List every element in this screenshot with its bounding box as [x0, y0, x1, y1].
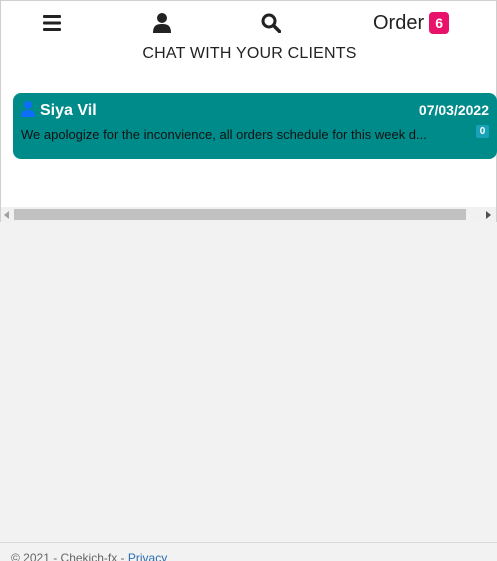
privacy-link[interactable]: Privacy	[128, 551, 167, 561]
chat-message-preview: We apologize for the inconvience, all or…	[21, 127, 427, 142]
bars-icon[interactable]	[40, 11, 64, 35]
chat-list-item[interactable]: Siya Vil 07/03/2022 We apologize for the…	[13, 93, 497, 159]
search-icon[interactable]	[259, 11, 283, 35]
user-icon	[21, 101, 35, 117]
scroll-left-arrow[interactable]	[1, 207, 13, 222]
scrollbar-thumb[interactable]	[14, 209, 466, 220]
order-link[interactable]: Order 6	[373, 10, 450, 36]
user-icon[interactable]	[150, 11, 174, 35]
horizontal-scrollbar[interactable]	[0, 207, 497, 222]
scroll-right-arrow[interactable]	[482, 207, 494, 222]
footer-copyright: © 2021 - Chekich-fx -	[11, 551, 128, 561]
order-count-badge: 6	[429, 12, 450, 34]
order-label: Order	[373, 11, 425, 34]
app-frame: Order 6 CHAT WITH YOUR CLIENTS Siya Vil …	[0, 0, 497, 561]
chat-panel: Order 6 CHAT WITH YOUR CLIENTS Siya Vil …	[0, 0, 497, 207]
unread-count-badge: 0	[476, 125, 489, 138]
page-title: CHAT WITH YOUR CLIENTS	[142, 45, 357, 62]
top-nav: Order 6	[1, 1, 497, 43]
chat-date: 07/03/2022	[418, 102, 489, 118]
footer: © 2021 - Chekich-fx - Privacy	[0, 542, 497, 561]
chat-client-name: Siya Vil	[40, 102, 97, 119]
